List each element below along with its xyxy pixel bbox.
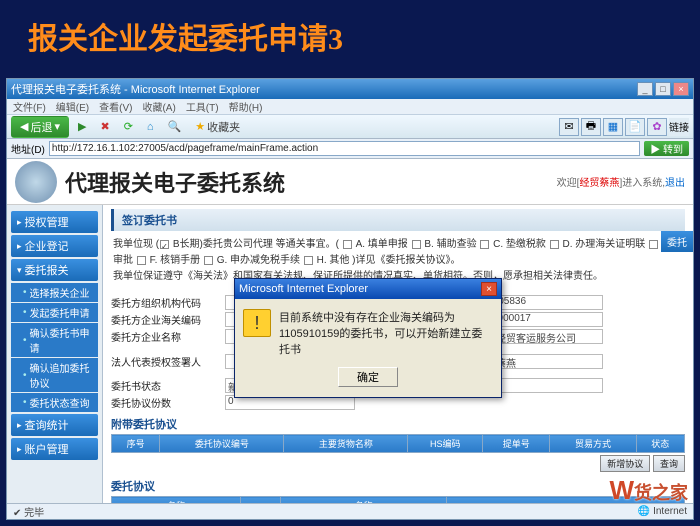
th-proto: 委托协议编号	[160, 435, 284, 453]
nav-status-query[interactable]: 委托状态查询	[11, 393, 98, 412]
menu-help[interactable]: 帮助(H)	[229, 99, 263, 114]
dialog-title: Microsoft Internet Explorer	[239, 283, 368, 295]
sub-section-proto: 委托协议	[111, 478, 685, 494]
checkbox-c[interactable]	[480, 240, 489, 249]
tool-icon-1[interactable]: ✉	[559, 118, 579, 136]
star-icon: ★	[195, 120, 205, 133]
attach-table: 序号 委托协议编号 主要货物名称 HS编码 提单号 贸易方式 状态	[111, 434, 685, 453]
back-icon: ◀	[20, 120, 28, 133]
sidebar: 授权管理 企业登记 委托报关 选择报关企业 发起委托申请 确认委托书申请 确认追…	[7, 205, 103, 503]
warning-icon: !	[243, 309, 271, 337]
favorites-button[interactable]: ★收藏夹	[190, 116, 245, 138]
lbl-customs-code: 委托方企业海关编码	[111, 312, 221, 327]
logo-icon	[15, 161, 57, 203]
dialog-ok-button[interactable]: 确定	[338, 367, 398, 387]
status-text: ✔ 完毕	[13, 504, 44, 519]
stop-icon: ✖	[100, 120, 109, 133]
window-titlebar: 代理报关电子委托系统 - Microsoft Internet Explorer…	[7, 79, 693, 99]
checkbox-f[interactable]	[137, 256, 146, 265]
checkbox-b[interactable]	[160, 240, 169, 249]
checkbox-h[interactable]	[304, 256, 313, 265]
forward-button[interactable]: ▶	[73, 117, 91, 136]
dialog-close-button[interactable]: ×	[481, 282, 497, 296]
close-button[interactable]: ×	[673, 82, 689, 96]
th-no: 序号	[112, 435, 160, 453]
window-title: 代理报关电子委托系统 - Microsoft Internet Explorer	[11, 81, 260, 97]
checkbox-a[interactable]	[343, 240, 352, 249]
search-button[interactable]: 🔍	[163, 117, 187, 136]
address-label: 地址(D)	[11, 141, 45, 156]
th-hs: HS编码	[408, 435, 483, 453]
links-label: 链接	[669, 118, 689, 136]
tool-icon-2[interactable]: 🖶	[581, 118, 601, 136]
menu-edit[interactable]: 编辑(E)	[56, 99, 89, 114]
dialog-titlebar: Microsoft Internet Explorer ×	[235, 279, 501, 299]
tool-icon-4[interactable]: 📄	[625, 118, 645, 136]
section-title: 签订委托书	[111, 209, 685, 231]
nav-account[interactable]: 账户管理	[11, 438, 98, 460]
th-goods: 主要货物名称	[284, 435, 408, 453]
back-button[interactable]: ◀后退▾	[11, 116, 69, 138]
th-trade: 贸易方式	[550, 435, 636, 453]
menu-bar: 文件(F) 编辑(E) 查看(V) 收藏(A) 工具(T) 帮助(H)	[7, 99, 693, 115]
minimize-button[interactable]: _	[637, 82, 653, 96]
alert-dialog: Microsoft Internet Explorer × ! 目前系统中没有存…	[234, 278, 502, 398]
tool-icon-5[interactable]: ✿	[647, 118, 667, 136]
watermark: W货之家	[609, 475, 688, 506]
checkbox-g[interactable]	[204, 256, 213, 265]
lbl-org-code: 委托方组织机构代码	[111, 295, 221, 310]
menu-fav[interactable]: 收藏(A)	[142, 99, 175, 114]
zone-text: Internet	[653, 506, 687, 517]
nav-confirm-book[interactable]: 确认委托书申请	[11, 323, 98, 357]
nav-entrust[interactable]: 委托报关	[11, 259, 98, 281]
lbl-legal: 法人代表授权签署人	[111, 354, 221, 369]
th-st: 状态	[636, 435, 684, 453]
tool-icon-3[interactable]: ▦	[603, 118, 623, 136]
username: 经贸蔡燕	[579, 178, 619, 189]
home-button[interactable]: ⌂	[142, 118, 159, 136]
address-input[interactable]	[49, 141, 640, 156]
toolbar: ◀后退▾ ▶ ✖ ⟳ ⌂ 🔍 ★收藏夹 ✉ 🖶 ▦ 📄 ✿ 链接	[7, 115, 693, 139]
lbl-co-name: 委托方企业名称	[111, 329, 221, 344]
welcome-text: 欢迎[经贸蔡燕]进入系统,退出	[557, 174, 685, 189]
maximize-button[interactable]: □	[655, 82, 671, 96]
app-title: 代理报关电子委托系统	[65, 166, 285, 198]
checkbox-b2[interactable]	[412, 240, 421, 249]
refresh-icon: ⟳	[124, 120, 133, 133]
query-button[interactable]: 查询	[653, 455, 685, 472]
slide-title: 报关企业发起委托申请3	[0, 0, 700, 72]
nav-register[interactable]: 企业登记	[11, 235, 98, 257]
home-icon: ⌂	[147, 121, 154, 133]
right-tab[interactable]: 委托	[661, 231, 693, 252]
proto-table: 名称名称 委托方被委托方北京经贸客运	[111, 496, 685, 503]
refresh-button[interactable]: ⟳	[119, 117, 138, 136]
search-icon: 🔍	[168, 120, 182, 133]
menu-tools[interactable]: 工具(T)	[186, 99, 219, 114]
address-bar: 地址(D) ▶ 转到	[7, 139, 693, 159]
nav-auth[interactable]: 授权管理	[11, 211, 98, 233]
dialog-message: 目前系统中没有存在企业海关编码为1105910159的委托书，可以开始新建立委托…	[279, 309, 493, 357]
globe-icon: 🌐	[638, 506, 650, 517]
go-button[interactable]: ▶ 转到	[644, 141, 689, 156]
sub-section-attach: 附带委托协议	[111, 416, 685, 432]
stop-button[interactable]: ✖	[95, 117, 114, 136]
th-bill: 提单号	[483, 435, 550, 453]
nav-stats[interactable]: 查询统计	[11, 414, 98, 436]
app-header: 代理报关电子委托系统 欢迎[经贸蔡燕]进入系统,退出	[7, 159, 693, 205]
nav-confirm-add[interactable]: 确认追加委托协议	[11, 358, 98, 392]
checkbox-d[interactable]	[550, 240, 559, 249]
nav-select-company[interactable]: 选择报关企业	[11, 283, 98, 302]
add-protocol-button[interactable]: 新增协议	[600, 455, 650, 472]
lbl-count: 委托协议份数	[111, 395, 221, 410]
nav-apply[interactable]: 发起委托申请	[11, 303, 98, 322]
checkbox-e[interactable]	[649, 240, 658, 249]
status-bar: ✔ 完毕 🌐Internet	[7, 503, 693, 519]
menu-view[interactable]: 查看(V)	[99, 99, 132, 114]
lbl-status: 委托书状态	[111, 378, 221, 393]
logout-link[interactable]: 退出	[665, 178, 685, 189]
menu-file[interactable]: 文件(F)	[13, 99, 46, 114]
